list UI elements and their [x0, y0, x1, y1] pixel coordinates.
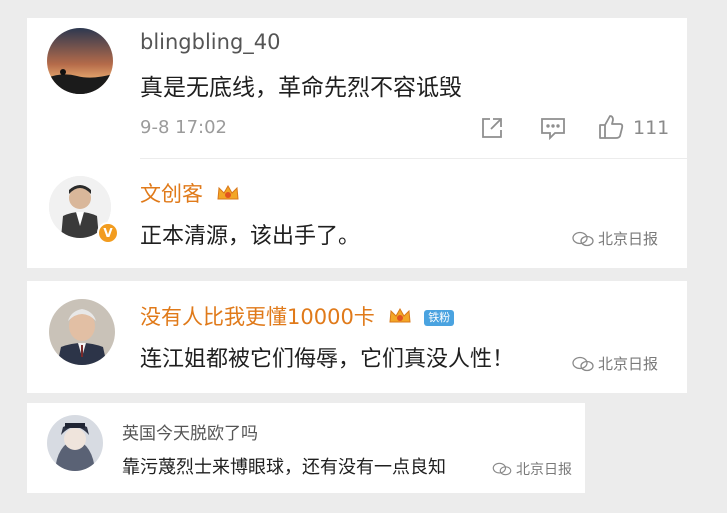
comment-text: 真是无底线，革命先烈不容诋毁 — [140, 75, 462, 101]
watermark-text: 北京日报 — [598, 355, 659, 373]
crown-badge-icon — [216, 183, 240, 208]
avatar[interactable] — [49, 299, 115, 365]
username-text: 文创客 — [140, 182, 203, 206]
crown-badge-icon — [388, 306, 412, 331]
comment-card-2: 没有人比我更懂10000卡 铁粉 连江姐都被它们侮辱，它们真没人性！ 北京日报 — [27, 281, 687, 393]
username[interactable]: blingbling_40 — [140, 30, 281, 54]
comment-card-3: 英国今天脱欧了吗 靠污蔑烈士来博眼球，还有没有一点良知 北京日报 — [27, 403, 585, 493]
comment-icon[interactable] — [540, 116, 566, 141]
wechat-icon — [572, 356, 594, 371]
watermark-text: 北京日报 — [516, 462, 572, 478]
elderly-man-avatar-image — [49, 299, 115, 365]
comment-text: 正本清源，该出手了。 — [140, 224, 361, 249]
thumbs-up-icon[interactable] — [597, 113, 625, 141]
watermark: 北京日报 — [572, 228, 658, 249]
share-icon[interactable] — [480, 116, 504, 140]
watermark: 北京日报 — [492, 459, 572, 479]
verified-badge: V — [97, 222, 119, 244]
comment-text: 连江姐都被它们侮辱，它们真没人性！ — [140, 347, 515, 372]
avatar[interactable] — [47, 28, 113, 94]
username[interactable]: 英国今天脱欧了吗 — [122, 419, 258, 444]
comment-time: 9-8 17:02 — [140, 117, 227, 138]
sunset-avatar-image — [47, 28, 113, 94]
comment-card-1: blingbling_40 真是无底线，革命先烈不容诋毁 9-8 17:02 1… — [27, 18, 687, 268]
wechat-icon — [572, 231, 594, 246]
wechat-icon — [492, 462, 512, 476]
username[interactable]: 文创客 — [140, 178, 240, 208]
username-text: 没有人比我更懂10000卡 — [140, 305, 375, 329]
username[interactable]: 没有人比我更懂10000卡 铁粉 — [140, 301, 455, 331]
watermark: 北京日报 — [572, 353, 658, 374]
watermark-text: 北京日报 — [598, 230, 659, 248]
avatar[interactable] — [47, 415, 103, 471]
divider — [140, 158, 687, 159]
fan-badge: 铁粉 — [424, 310, 455, 326]
comment-text: 靠污蔑烈士来博眼球，还有没有一点良知 — [122, 457, 446, 478]
anime-character-avatar-image — [47, 415, 103, 471]
like-count: 111 — [633, 117, 670, 139]
